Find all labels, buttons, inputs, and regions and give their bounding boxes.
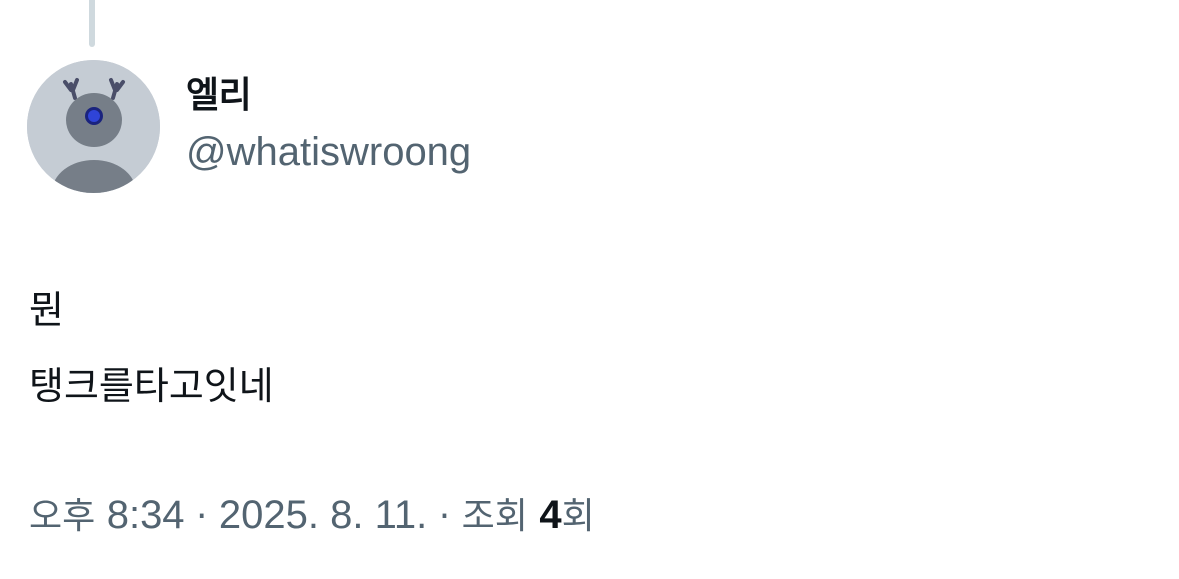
time-value: 8:34: [106, 493, 185, 537]
views-count: 4: [539, 493, 562, 537]
date-value: 2025. 8. 11.: [218, 493, 428, 537]
tweet-meta: 오후 8:34 · 2025. 8. 11. · 조회 4회: [29, 489, 595, 543]
display-name[interactable]: 엘리: [186, 72, 471, 120]
tweet-line: 뭔: [29, 288, 64, 332]
gray-deer-avatar-icon: [27, 60, 160, 193]
tweet-line: 탱크를타고잇네: [29, 364, 274, 408]
views-label: 조회: [461, 496, 528, 537]
time-ampm: 오후: [29, 496, 96, 537]
views-link[interactable]: 조회 4회: [461, 493, 595, 537]
views-suffix: 회: [561, 496, 595, 537]
avatar[interactable]: [27, 60, 160, 193]
user-handle[interactable]: @whatiswroong: [186, 124, 471, 180]
tweet-text: 뭔 탱크를타고잇네: [29, 272, 274, 424]
timestamp-link[interactable]: 오후 8:34 · 2025. 8. 11.: [29, 493, 428, 537]
separator: ·: [196, 496, 208, 537]
thread-connector-line: [89, 0, 95, 47]
separator: ·: [438, 496, 451, 537]
user-info: 엘리 @whatiswroong: [186, 72, 471, 180]
